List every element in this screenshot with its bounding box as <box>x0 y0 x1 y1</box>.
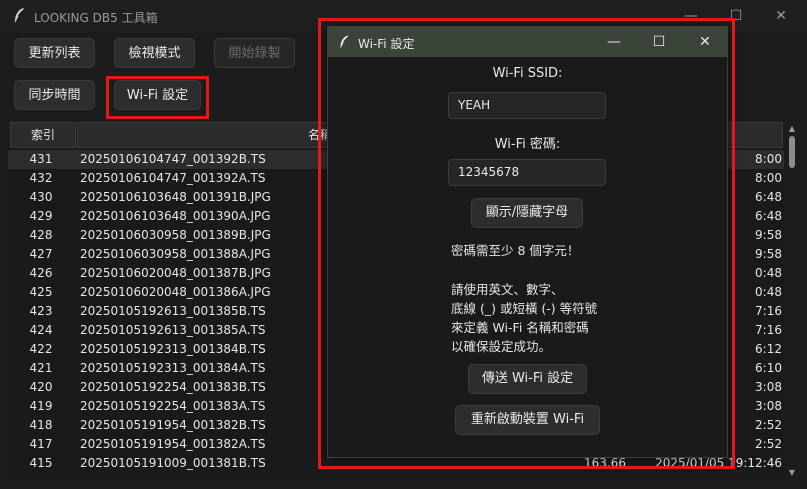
header-index[interactable]: 索引 <box>10 122 76 148</box>
scroll-down-icon[interactable]: ▼ <box>787 468 797 477</box>
start-record-button[interactable]: 開始錄製 <box>214 38 295 68</box>
index-cell: 421 <box>29 361 53 375</box>
index-cell: 431 <box>29 152 53 166</box>
name-cell: 20250105191954_001382B.TS <box>80 418 266 432</box>
index-cell: 426 <box>29 266 53 280</box>
name-cell: 20250105191954_001382A.TS <box>80 437 266 451</box>
index-cell: 428 <box>29 228 53 242</box>
index-cell: 420 <box>29 380 53 394</box>
refresh-list-button[interactable]: 更新列表 <box>14 38 95 68</box>
index-cell: 427 <box>29 247 53 261</box>
index-cell: 423 <box>29 304 53 318</box>
name-cell: 20250106030958_001388A.JPG <box>80 247 271 261</box>
index-cell: 424 <box>29 323 53 337</box>
scrollbar-thumb[interactable] <box>789 136 795 168</box>
scrollbar[interactable] <box>786 122 798 482</box>
name-cell: 20250106104747_001392B.TS <box>80 152 266 166</box>
name-cell: 20250106020048_001387B.JPG <box>80 266 271 280</box>
name-cell: 20250106020048_001386A.JPG <box>80 285 271 299</box>
index-cell: 425 <box>29 285 53 299</box>
name-cell: 20250106030958_001389B.JPG <box>80 228 271 242</box>
wifi-button-highlight <box>106 76 209 119</box>
name-cell: 20250106103648_001391B.JPG <box>80 190 271 204</box>
index-cell: 430 <box>29 190 53 204</box>
name-cell: 20250105192254_001383A.TS <box>80 399 266 413</box>
name-cell: 20250105192254_001383B.TS <box>80 380 266 394</box>
index-cell: 419 <box>29 399 53 413</box>
view-mode-button[interactable]: 檢視模式 <box>114 38 195 68</box>
name-cell: 20250105192313_001384B.TS <box>80 342 266 356</box>
name-cell: 20250105192613_001385B.TS <box>80 304 266 318</box>
name-cell: 20250105192313_001384A.TS <box>80 361 266 375</box>
index-cell: 417 <box>29 437 53 451</box>
index-cell: 415 <box>29 456 53 470</box>
sync-time-button[interactable]: 同步時間 <box>14 80 95 110</box>
index-cell: 432 <box>29 171 53 185</box>
index-cell: 422 <box>29 342 53 356</box>
feather-icon <box>14 8 24 23</box>
name-cell: 20250106103648_001390A.JPG <box>80 209 271 223</box>
index-cell: 429 <box>29 209 53 223</box>
name-cell: 20250105191009_001381B.TS <box>80 456 266 470</box>
close-icon[interactable]: ✕ <box>770 6 792 26</box>
dialog-highlight <box>318 18 735 469</box>
name-cell: 20250106104747_001392A.TS <box>80 171 266 185</box>
scroll-up-icon[interactable]: ▲ <box>787 124 797 133</box>
index-cell: 418 <box>29 418 53 432</box>
name-cell: 20250105192613_001385A.TS <box>80 323 266 337</box>
app-title: LOOKING DB5 工具箱 <box>34 11 158 25</box>
